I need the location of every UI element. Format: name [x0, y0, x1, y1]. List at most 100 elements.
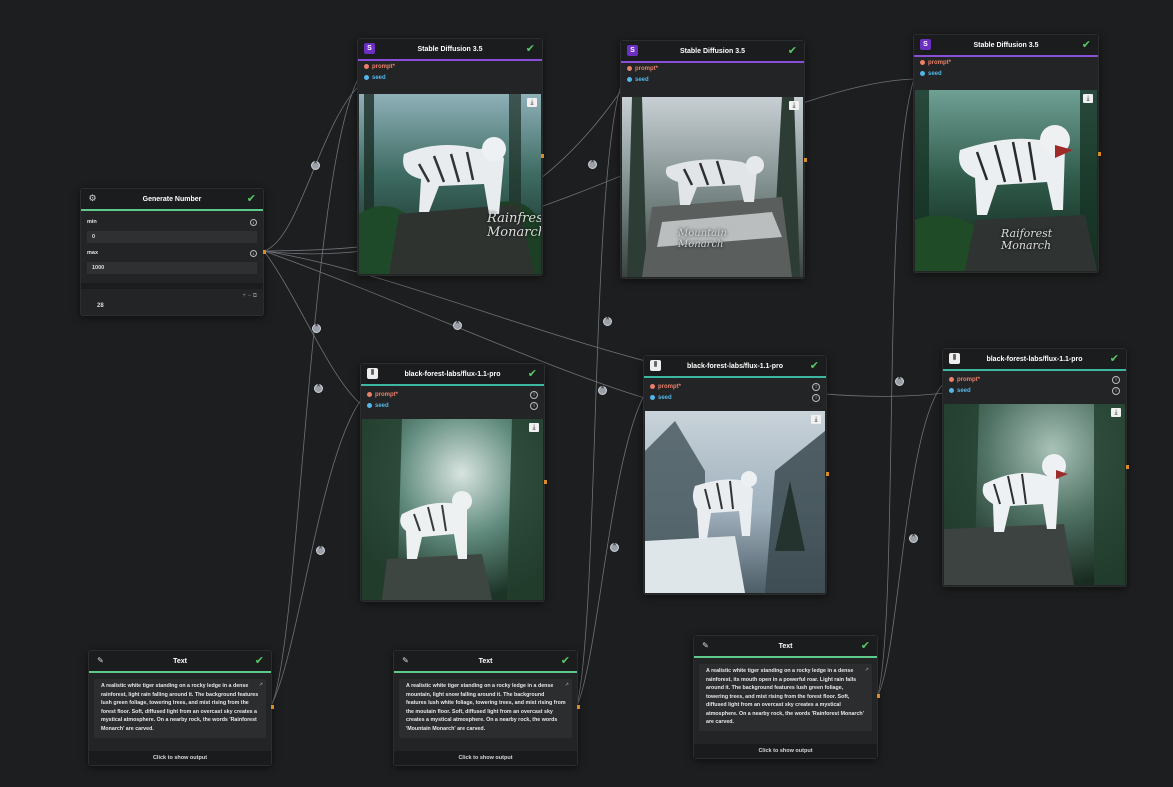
- stable-diffusion-node[interactable]: S Stable Diffusion 3.5 ✔ prompt * seed Ra…: [913, 34, 1101, 273]
- prompt-port[interactable]: prompt *: [621, 63, 804, 74]
- reroute-node[interactable]: [603, 316, 612, 326]
- node-title: Text: [173, 657, 187, 665]
- download-icon[interactable]: ⤓: [811, 415, 821, 424]
- output-port[interactable]: [541, 154, 544, 158]
- node-header[interactable]: ⫼ black-forest-labs/flux-1.1-pro ✔: [644, 356, 826, 376]
- info-icon[interactable]: i: [530, 402, 538, 410]
- reroute-node[interactable]: [316, 545, 325, 555]
- reroute-node[interactable]: [588, 159, 597, 169]
- info-icon[interactable]: i: [812, 394, 820, 402]
- node-header[interactable]: S Stable Diffusion 3.5 ✔: [914, 35, 1098, 55]
- prompt-port[interactable]: prompt *: [358, 61, 542, 72]
- prompt-port[interactable]: prompt *: [914, 57, 1098, 68]
- check-icon: ✔: [254, 655, 264, 667]
- generate-number-node[interactable]: ⚙ Generate Number ✔ min i 0 max i 1000 + −…: [80, 188, 266, 316]
- external-link-icon[interactable]: ↗: [865, 666, 869, 675]
- external-link-icon[interactable]: ↗: [565, 681, 569, 690]
- text-node[interactable]: ✎ Text ✔ ↗ A realistic white tiger stand…: [393, 650, 580, 766]
- node-title: black-forest-labs/flux-1.1-pro: [986, 355, 1083, 363]
- check-icon: ✔: [246, 193, 256, 205]
- text-node[interactable]: ✎ Text ✔ ↗ A realistic white tiger stand…: [88, 650, 274, 766]
- output-port[interactable]: [1126, 465, 1129, 469]
- flux-node[interactable]: ⫼ black-forest-labs/flux-1.1-pro ✔ promp…: [360, 363, 547, 602]
- generated-image[interactable]: ⤓: [362, 419, 543, 600]
- reroute-node[interactable]: [610, 542, 619, 552]
- output-port[interactable]: [544, 480, 547, 484]
- reroute-node[interactable]: [314, 383, 323, 393]
- output-port[interactable]: [263, 250, 266, 254]
- info-icon[interactable]: i: [1112, 376, 1120, 384]
- output-port[interactable]: [1098, 152, 1101, 156]
- show-output-button[interactable]: Click to show output: [694, 744, 877, 758]
- info-icon[interactable]: i: [250, 250, 257, 257]
- show-output-button[interactable]: Click to show output: [89, 751, 271, 765]
- flux-node[interactable]: ⫼ black-forest-labs/flux-1.1-pro ✔ promp…: [942, 348, 1129, 587]
- stable-diffusion-node[interactable]: S Stable Diffusion 3.5 ✔ prompt * seed Mo…: [620, 40, 807, 279]
- info-icon[interactable]: i: [530, 391, 538, 399]
- generated-image[interactable]: ⤓: [645, 411, 825, 593]
- download-icon[interactable]: ⤓: [1111, 408, 1121, 417]
- download-icon[interactable]: ⤓: [789, 101, 799, 110]
- node-header[interactable]: S Stable Diffusion 3.5 ✔: [621, 41, 804, 61]
- output-port[interactable]: [804, 158, 807, 162]
- info-icon[interactable]: i: [1112, 387, 1120, 395]
- node-title: Stable Diffusion 3.5: [417, 45, 483, 53]
- output-port[interactable]: [271, 705, 274, 709]
- seed-port[interactable]: seed: [621, 74, 804, 85]
- node-header[interactable]: ✎ Text ✔: [694, 636, 877, 656]
- pencil-icon: ✎: [702, 641, 709, 650]
- seed-port[interactable]: seed: [358, 72, 542, 83]
- flux-logo-icon: ⫼: [949, 353, 960, 364]
- min-input[interactable]: 0: [87, 231, 257, 243]
- reroute-node[interactable]: [598, 385, 607, 395]
- seed-port[interactable]: seed i: [361, 400, 544, 411]
- prompt-port[interactable]: prompt * i: [361, 389, 544, 400]
- node-header[interactable]: ✎ Text ✔: [89, 651, 271, 671]
- max-input[interactable]: 1000: [87, 262, 257, 274]
- output-port[interactable]: [577, 705, 580, 709]
- output-value: 28: [97, 303, 104, 309]
- prompt-textarea[interactable]: ↗ A realistic white tiger standing on a …: [699, 664, 872, 731]
- info-icon[interactable]: i: [812, 383, 820, 391]
- node-header[interactable]: ⫼ black-forest-labs/flux-1.1-pro ✔: [361, 364, 544, 384]
- pencil-icon: ✎: [402, 656, 409, 665]
- seed-port[interactable]: seed: [914, 68, 1098, 79]
- reroute-node[interactable]: [453, 320, 462, 330]
- flux-node[interactable]: ⫼ black-forest-labs/flux-1.1-pro ✔ promp…: [643, 355, 829, 595]
- node-header[interactable]: ✎ Text ✔: [394, 651, 577, 671]
- generated-image[interactable]: Mountain Monarch ⤓: [622, 97, 803, 277]
- seed-port[interactable]: seed i: [943, 385, 1126, 396]
- seed-port[interactable]: seed i: [644, 392, 826, 403]
- download-icon[interactable]: ⤓: [1083, 94, 1093, 103]
- prompt-textarea[interactable]: ↗ A realistic white tiger standing on a …: [399, 679, 572, 738]
- reroute-node[interactable]: [311, 160, 320, 170]
- node-header[interactable]: ⫼ black-forest-labs/flux-1.1-pro ✔: [943, 349, 1126, 369]
- node-title: Generate Number: [142, 195, 202, 203]
- text-node[interactable]: ✎ Text ✔ ↗ A realistic white tiger stand…: [693, 635, 880, 759]
- node-toolbar[interactable]: + − ⧉: [242, 293, 257, 300]
- stable-diffusion-node[interactable]: S Stable Diffusion 3.5 ✔ prompt * seed Ra…: [357, 38, 544, 276]
- output-port[interactable]: [877, 694, 880, 698]
- external-link-icon[interactable]: ↗: [259, 681, 263, 690]
- stability-logo-icon: S: [920, 39, 931, 50]
- prompt-port[interactable]: prompt * i: [943, 374, 1126, 385]
- generated-image[interactable]: Raiforest Monarch ⤓: [915, 90, 1097, 271]
- reroute-node[interactable]: [895, 376, 904, 386]
- node-header[interactable]: S Stable Diffusion 3.5 ✔: [358, 39, 542, 59]
- reroute-node[interactable]: [312, 323, 321, 333]
- info-icon[interactable]: i: [250, 219, 257, 226]
- prompt-textarea[interactable]: ↗ A realistic white tiger standing on a …: [94, 679, 266, 738]
- reroute-node[interactable]: [909, 533, 918, 543]
- check-icon: ✔: [809, 360, 819, 372]
- download-icon[interactable]: ⤓: [527, 98, 537, 107]
- prompt-port[interactable]: prompt * i: [644, 381, 826, 392]
- node-title: Stable Diffusion 3.5: [680, 47, 745, 55]
- generated-image[interactable]: RainfrestMonarch ⤓: [359, 94, 541, 274]
- download-icon[interactable]: ⤓: [529, 423, 539, 432]
- flux-logo-icon: ⫼: [650, 360, 661, 371]
- node-header[interactable]: ⚙ Generate Number ✔: [81, 189, 263, 209]
- generated-image[interactable]: ⤓: [944, 404, 1125, 585]
- flux-logo-icon: ⫼: [367, 368, 378, 379]
- output-port[interactable]: [826, 472, 829, 476]
- show-output-button[interactable]: Click to show output: [394, 751, 577, 765]
